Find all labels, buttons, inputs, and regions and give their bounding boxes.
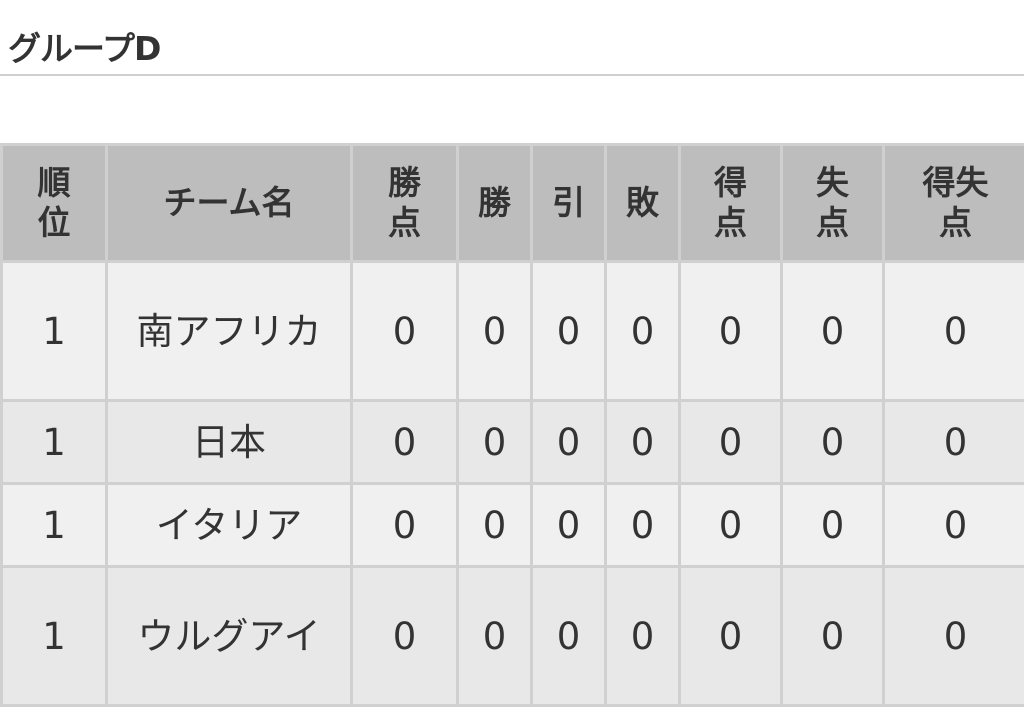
header-goals-for: 得点	[678, 143, 783, 263]
cell-goals-for: 0	[678, 482, 783, 568]
cell-goals-against: 0	[780, 399, 885, 485]
cell-team: ウルグアイ	[105, 565, 353, 707]
cell-rank: 1	[0, 565, 108, 707]
cell-wins: 0	[456, 482, 533, 568]
cell-losses: 0	[604, 565, 681, 707]
header-points-label: 勝点	[387, 163, 421, 242]
cell-goal-difference: 0	[882, 260, 1024, 402]
cell-losses: 0	[604, 482, 681, 568]
group-header: グループD	[0, 0, 1024, 76]
header-losses: 敗	[604, 143, 681, 263]
cell-goals-against: 0	[780, 482, 885, 568]
cell-draws: 0	[530, 565, 607, 707]
group-title: グループD	[8, 29, 161, 68]
header-goals-against: 失点	[780, 143, 885, 263]
standings-table: 順位 チーム名 勝点 勝 引 敗 得点 失点 得失点 1 南アフリカ 0 0 0…	[0, 143, 1024, 707]
cell-goals-for: 0	[678, 260, 783, 402]
cell-goals-for: 0	[678, 565, 783, 707]
cell-draws: 0	[530, 482, 607, 568]
cell-team: 日本	[105, 399, 353, 485]
cell-team: 南アフリカ	[105, 260, 353, 402]
cell-losses: 0	[604, 399, 681, 485]
table-row: 1 南アフリカ 0 0 0 0 0 0 0	[0, 260, 1024, 402]
cell-points: 0	[350, 399, 459, 485]
cell-draws: 0	[530, 399, 607, 485]
cell-draws: 0	[530, 260, 607, 402]
cell-team: イタリア	[105, 482, 353, 568]
cell-points: 0	[350, 565, 459, 707]
cell-goal-difference: 0	[882, 565, 1024, 707]
header-goal-difference-label: 得失点	[922, 163, 989, 242]
header-rank: 順位	[0, 143, 108, 263]
header-goals-for-label: 得点	[713, 163, 747, 242]
cell-rank: 1	[0, 260, 108, 402]
cell-wins: 0	[456, 260, 533, 402]
cell-losses: 0	[604, 260, 681, 402]
cell-rank: 1	[0, 482, 108, 568]
header-team: チーム名	[105, 143, 353, 263]
table-row: 1 イタリア 0 0 0 0 0 0 0	[0, 482, 1024, 568]
cell-points: 0	[350, 482, 459, 568]
cell-goals-for: 0	[678, 399, 783, 485]
cell-wins: 0	[456, 399, 533, 485]
cell-points: 0	[350, 260, 459, 402]
cell-wins: 0	[456, 565, 533, 707]
cell-goals-against: 0	[780, 565, 885, 707]
table-row: 1 ウルグアイ 0 0 0 0 0 0 0	[0, 565, 1024, 707]
header-rank-label: 順位	[37, 163, 71, 242]
table-row: 1 日本 0 0 0 0 0 0 0	[0, 399, 1024, 485]
cell-goal-difference: 0	[882, 399, 1024, 485]
cell-goals-against: 0	[780, 260, 885, 402]
cell-rank: 1	[0, 399, 108, 485]
header-row: 順位 チーム名 勝点 勝 引 敗 得点 失点 得失点	[0, 143, 1024, 263]
header-goal-difference: 得失点	[882, 143, 1024, 263]
header-goals-against-label: 失点	[815, 163, 849, 242]
header-points: 勝点	[350, 143, 459, 263]
header-draws: 引	[530, 143, 607, 263]
cell-goal-difference: 0	[882, 482, 1024, 568]
header-wins: 勝	[456, 143, 533, 263]
